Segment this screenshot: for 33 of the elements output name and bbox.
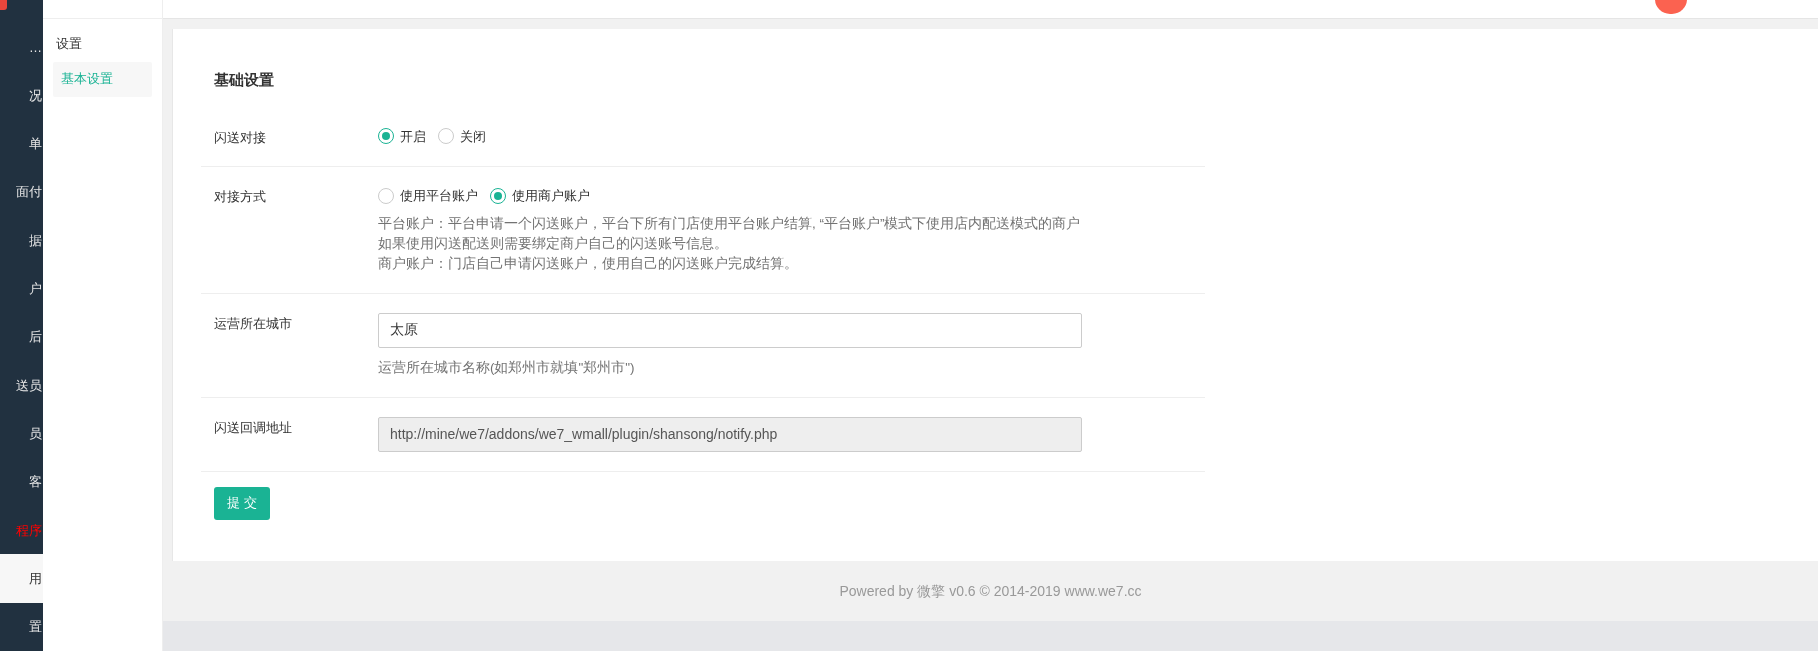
nav-item[interactable]: … — [0, 23, 43, 72]
nav-item[interactable]: 送员 — [0, 361, 43, 410]
radio-button[interactable] — [378, 187, 394, 204]
radio-label[interactable]: 关闭 — [460, 126, 486, 146]
nav-item[interactable]: 员 — [0, 409, 43, 458]
nav-item[interactable]: 后 — [0, 312, 43, 362]
section-title: 基础设置 — [214, 70, 274, 90]
text-field[interactable]: 太原 — [378, 312, 1082, 348]
radio-label[interactable]: 使用平台账户 — [400, 186, 478, 206]
nav-item[interactable]: 户 — [0, 264, 43, 313]
sub-sidebar-heading: 设置 — [55, 35, 83, 53]
help-text: 平台账户：平台申请一个闪送账户，平台下所有门店使用平台账户结算, “平台账户”模式下使用店内配送模式的商户 — [378, 214, 1081, 233]
footer-text: Powered by 微擎 v0.6 © 2014-2019 www.we7.cc — [839, 581, 1142, 601]
radio-label[interactable]: 使用商户账户 — [512, 186, 590, 206]
help-text: 运营所在城市名称(如郑州市就填"郑州市") — [378, 358, 635, 377]
field-label: 闪送对接 — [214, 128, 267, 147]
help-text: 商户账户：门店自己申请闪送账户，使用自己的闪送账户完成结算。 — [378, 254, 798, 273]
nav-item[interactable]: 据 — [0, 216, 43, 265]
field-label: 闪送回调地址 — [214, 418, 293, 437]
nav-item[interactable]: 客 — [0, 457, 43, 507]
nav-item[interactable]: 面付 — [0, 168, 43, 217]
radio-button[interactable] — [438, 128, 454, 145]
radio-button[interactable] — [490, 187, 506, 204]
radio-button[interactable] — [378, 128, 394, 145]
nav-item[interactable]: 用 — [0, 554, 43, 603]
field-label: 运营所在城市 — [214, 314, 293, 333]
nav-item[interactable]: 单 — [0, 119, 43, 169]
nav-item[interactable]: 置 — [0, 602, 43, 651]
logo-icon — [0, 0, 7, 10]
radio-label[interactable]: 开启 — [400, 126, 426, 146]
nav-item[interactable]: 况 — [0, 71, 43, 120]
help-text: 如果使用闪送配送则需要绑定商户自己的闪送账号信息。 — [378, 234, 728, 253]
field-label: 对接方式 — [214, 188, 267, 206]
